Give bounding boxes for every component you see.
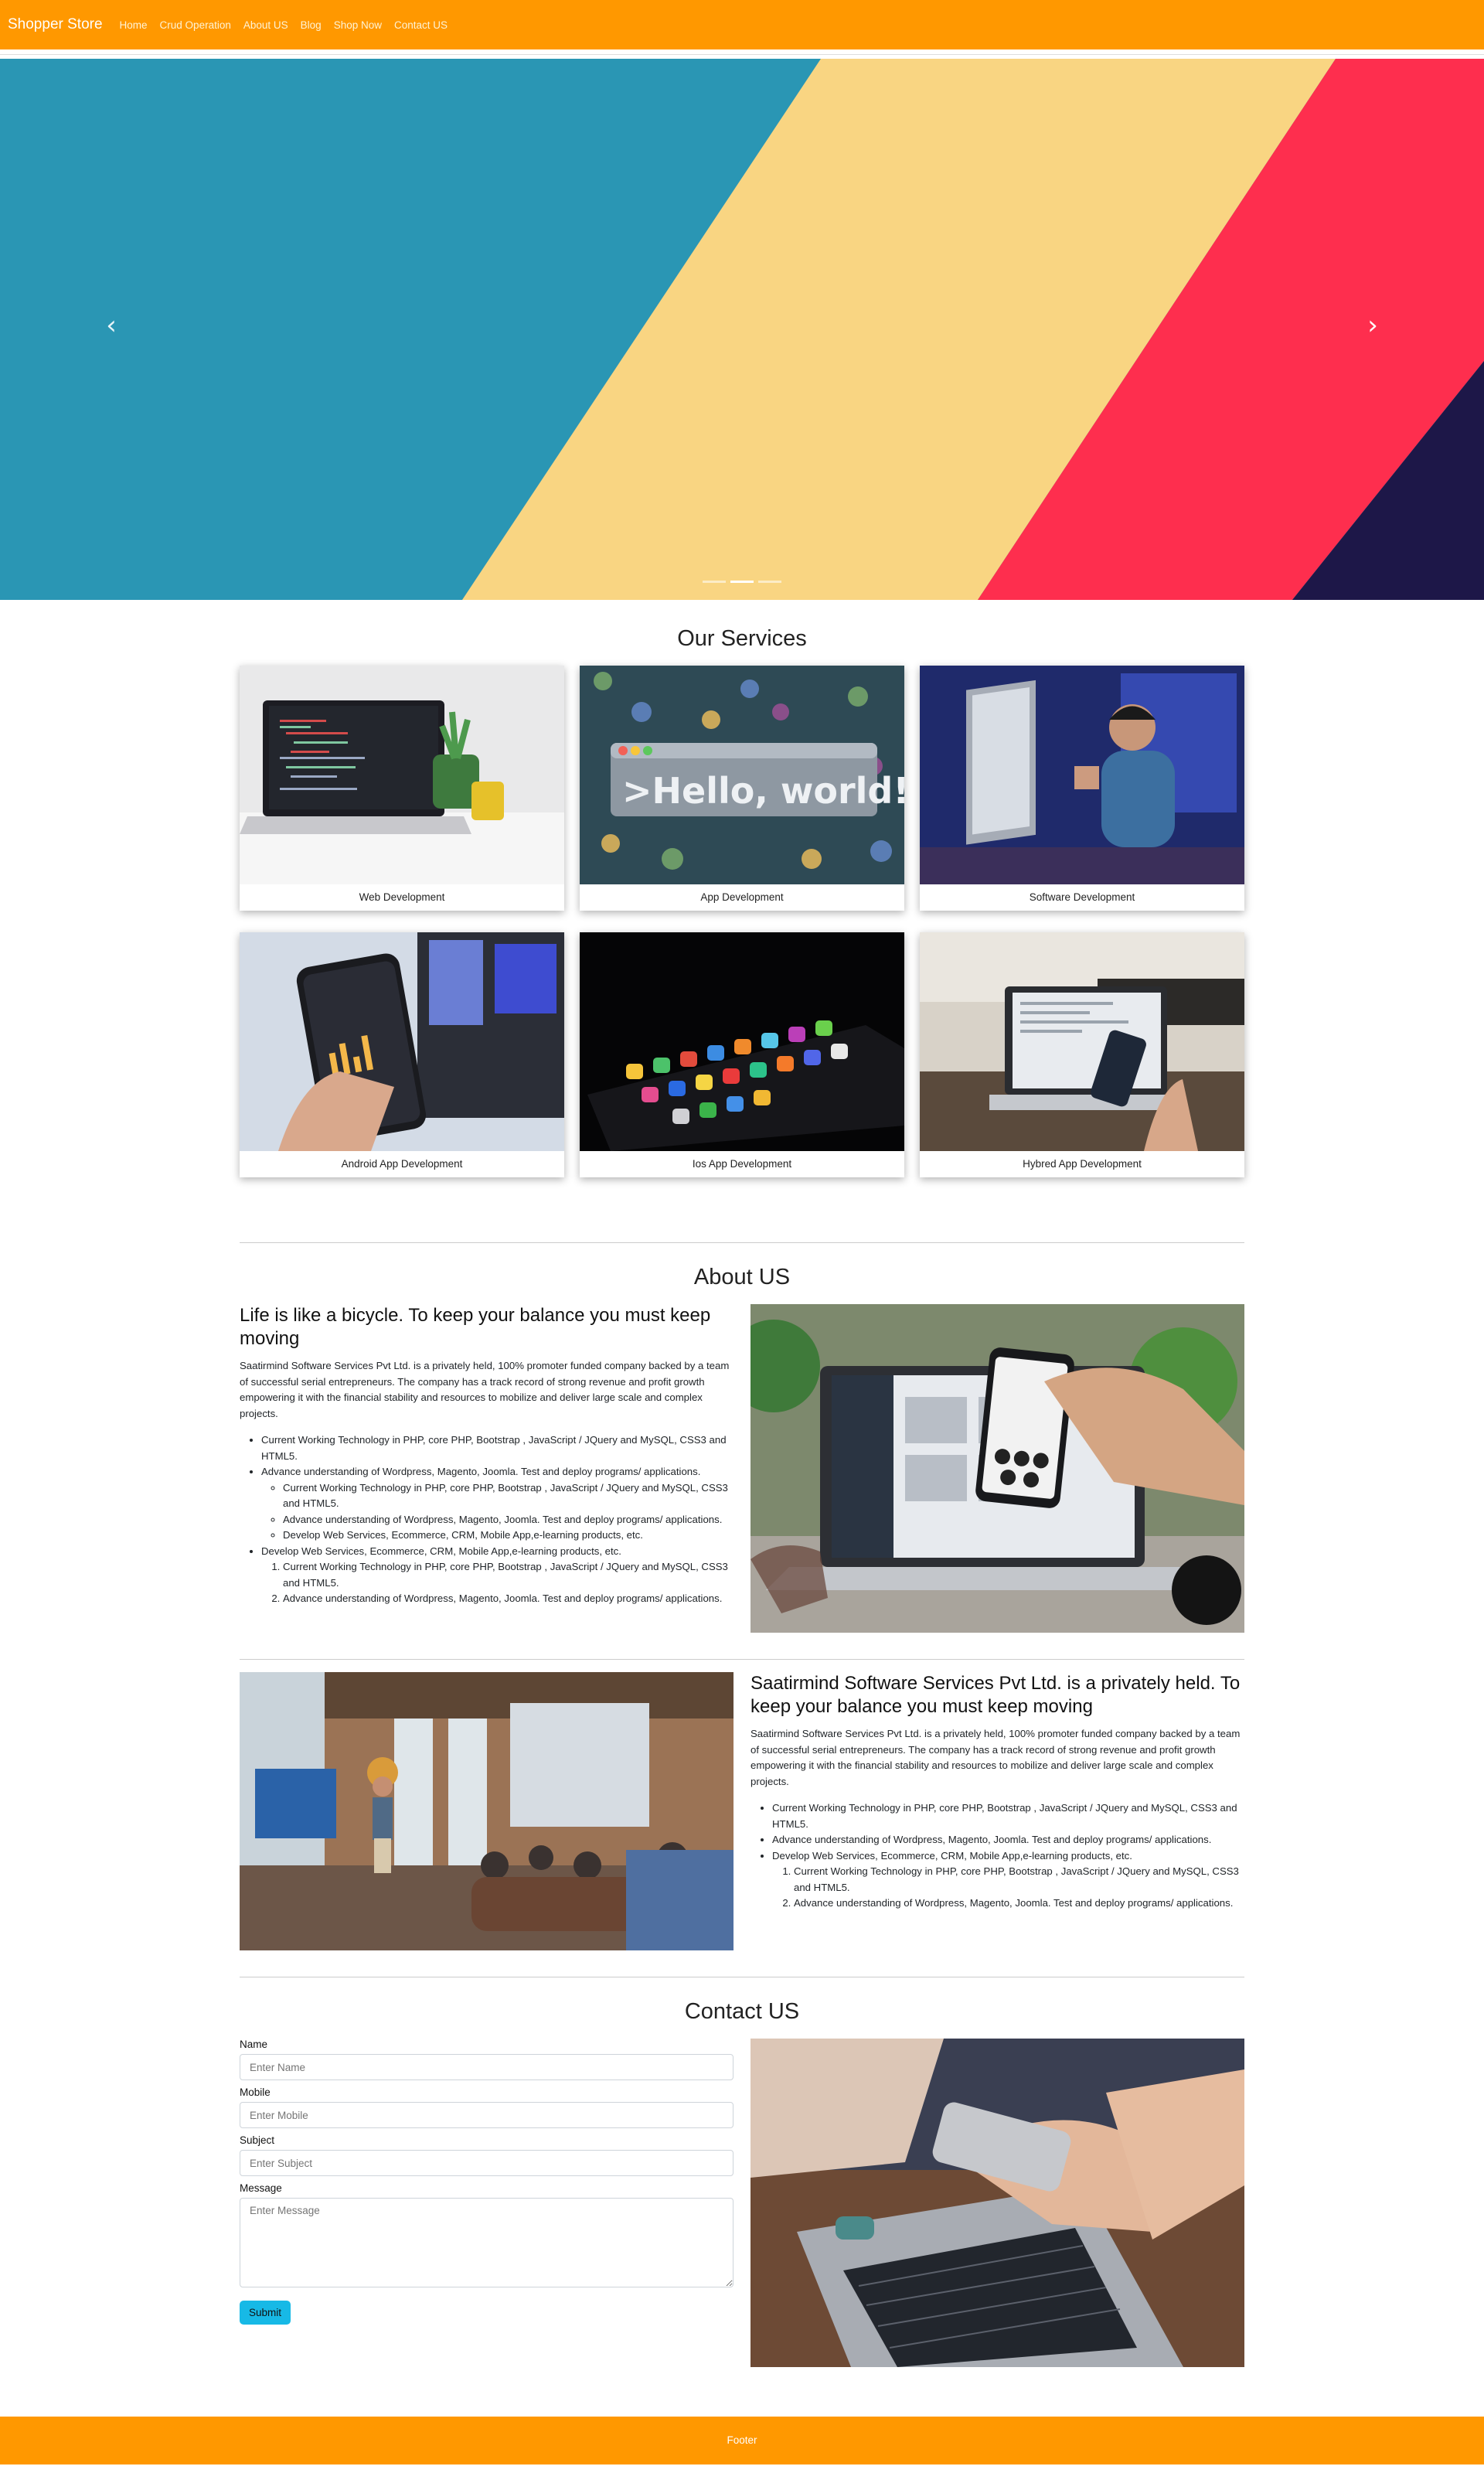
nav-home[interactable]: Home (120, 19, 148, 31)
carousel-indicator-2[interactable] (730, 581, 754, 583)
service-image-laptop (240, 666, 564, 884)
service-label: Android App Development (341, 1158, 463, 1170)
about-paragraph-1: Saatirmind Software Services Pvt Ltd. is… (240, 1360, 730, 1419)
services-grid: Web Development >Hello, world!_ App Deve… (240, 666, 1244, 1177)
nav-about-us[interactable]: About US (243, 19, 288, 31)
service-label: App Development (700, 891, 784, 903)
top-navbar: Shopper Store Home Crud Operation About … (0, 0, 1484, 54)
service-card-web-development[interactable]: Web Development (240, 666, 564, 911)
contact-title: Contact US (684, 1999, 800, 2024)
service-label: Ios App Development (692, 1158, 792, 1170)
message-label: Message (240, 2182, 282, 2194)
nav-contact-us[interactable]: Contact US (394, 19, 448, 31)
list-item: Develop Web Services, Ecommerce, CRM, Mo… (261, 1544, 733, 1607)
contact-image-hands-phone-laptop (751, 2039, 1244, 2367)
nav-shop-now[interactable]: Shop Now (334, 19, 382, 31)
main-container: Our Services Web Development >Hello, wor… (240, 626, 1244, 2367)
name-input[interactable] (240, 2054, 733, 2080)
carousel-prev-chevron-left-icon[interactable]: ‹ (96, 310, 127, 341)
nav-links: Home Crud Operation About US Blog Shop N… (120, 19, 448, 31)
carousel-indicators (703, 581, 781, 583)
service-image-developer (920, 666, 1244, 884)
about-paragraph-2: Saatirmind Software Services Pvt Ltd. is… (751, 1728, 1241, 1787)
brand-link[interactable]: Shopper Store (8, 16, 103, 33)
service-label: Software Development (1029, 891, 1135, 903)
carousel-next-chevron-right-icon[interactable]: › (1357, 310, 1388, 341)
subject-input[interactable] (240, 2150, 733, 2176)
contact-row: Name Mobile Subject Message Submit (240, 2039, 1244, 2367)
service-card-app-development[interactable]: >Hello, world!_ App Development (580, 666, 904, 911)
mobile-label: Mobile (240, 2086, 271, 2098)
list-item: Advance understanding of Wordpress, Mage… (772, 1832, 1244, 1848)
list-item: Develop Web Services, Ecommerce, CRM, Mo… (772, 1848, 1244, 1912)
list-item: Develop Web Services, Ecommerce, CRM, Mo… (283, 1528, 733, 1544)
subject-label: Subject (240, 2134, 275, 2146)
service-image-laptop-and-phone (920, 932, 1244, 1151)
mobile-input[interactable] (240, 2102, 733, 2128)
svg-text:>Hello, world!_: >Hello, world!_ (622, 770, 904, 812)
service-label: Hybred App Development (1023, 1158, 1142, 1170)
nested-list: Current Working Technology in PHP, core … (261, 1480, 733, 1544)
list-item: Advance understanding of Wordpress, Mage… (283, 1512, 733, 1528)
hero-carousel: ‹ › (0, 59, 1484, 600)
service-image-phone-in-hand (240, 932, 564, 1151)
divider (240, 1242, 1244, 1243)
list-item: Advance understanding of Wordpress, Mage… (261, 1464, 733, 1544)
service-image-hello-world: >Hello, world!_ (580, 666, 904, 884)
service-card-hybred-app-development[interactable]: Hybred App Development (920, 932, 1244, 1177)
about-list-2: Current Working Technology in PHP, core … (751, 1800, 1244, 1912)
about-heading-1: Life is like a bicycle. To keep your bal… (240, 1305, 711, 1349)
about-text-1: Life is like a bicycle. To keep your bal… (240, 1304, 733, 1633)
service-card-ios-app-development[interactable]: Ios App Development (580, 932, 904, 1177)
about-heading-2: Saatirmind Software Services Pvt Ltd. is… (751, 1673, 1241, 1717)
services-title: Our Services (677, 626, 807, 651)
footer: Footer (0, 2417, 1484, 2464)
list-item: Advance understanding of Wordpress, Mage… (794, 1896, 1244, 1912)
about-block-1: Life is like a bicycle. To keep your bal… (240, 1304, 1244, 1633)
about-block-2: Saatirmind Software Services Pvt Ltd. is… (240, 1672, 1244, 1950)
about-image-laptop-phone (751, 1304, 1244, 1633)
about-image-team-meeting (240, 1672, 733, 1950)
nav-crud-operation[interactable]: Crud Operation (160, 19, 231, 31)
list-item: Current Working Technology in PHP, core … (283, 1480, 733, 1512)
list-item: Advance understanding of Wordpress, Mage… (283, 1591, 733, 1607)
carousel-indicator-3[interactable] (758, 581, 781, 583)
nested-ordered-list: Current Working Technology in PHP, core … (772, 1864, 1244, 1912)
list-item: Current Working Technology in PHP, core … (261, 1432, 733, 1464)
carousel-indicator-1[interactable] (703, 581, 726, 583)
about-title: About US (693, 1265, 791, 1289)
list-item: Current Working Technology in PHP, core … (794, 1864, 1244, 1896)
list-item: Current Working Technology in PHP, core … (772, 1800, 1244, 1832)
service-card-android-app-development[interactable]: Android App Development (240, 932, 564, 1177)
message-textarea[interactable] (240, 2198, 733, 2287)
submit-button[interactable]: Submit (240, 2301, 291, 2325)
service-image-app-icons (580, 932, 904, 1151)
hero-slide-image (0, 59, 1484, 600)
service-card-software-development[interactable]: Software Development (920, 666, 1244, 911)
divider (240, 1659, 1244, 1660)
contact-form: Name Mobile Subject Message Submit (240, 2039, 733, 2367)
list-item: Current Working Technology in PHP, core … (283, 1559, 733, 1591)
name-label: Name (240, 2039, 268, 2050)
about-text-2: Saatirmind Software Services Pvt Ltd. is… (751, 1672, 1244, 1950)
nav-blog[interactable]: Blog (301, 19, 322, 31)
about-list-1: Current Working Technology in PHP, core … (240, 1432, 733, 1607)
service-label: Web Development (359, 891, 445, 903)
nested-ordered-list: Current Working Technology in PHP, core … (261, 1559, 733, 1607)
